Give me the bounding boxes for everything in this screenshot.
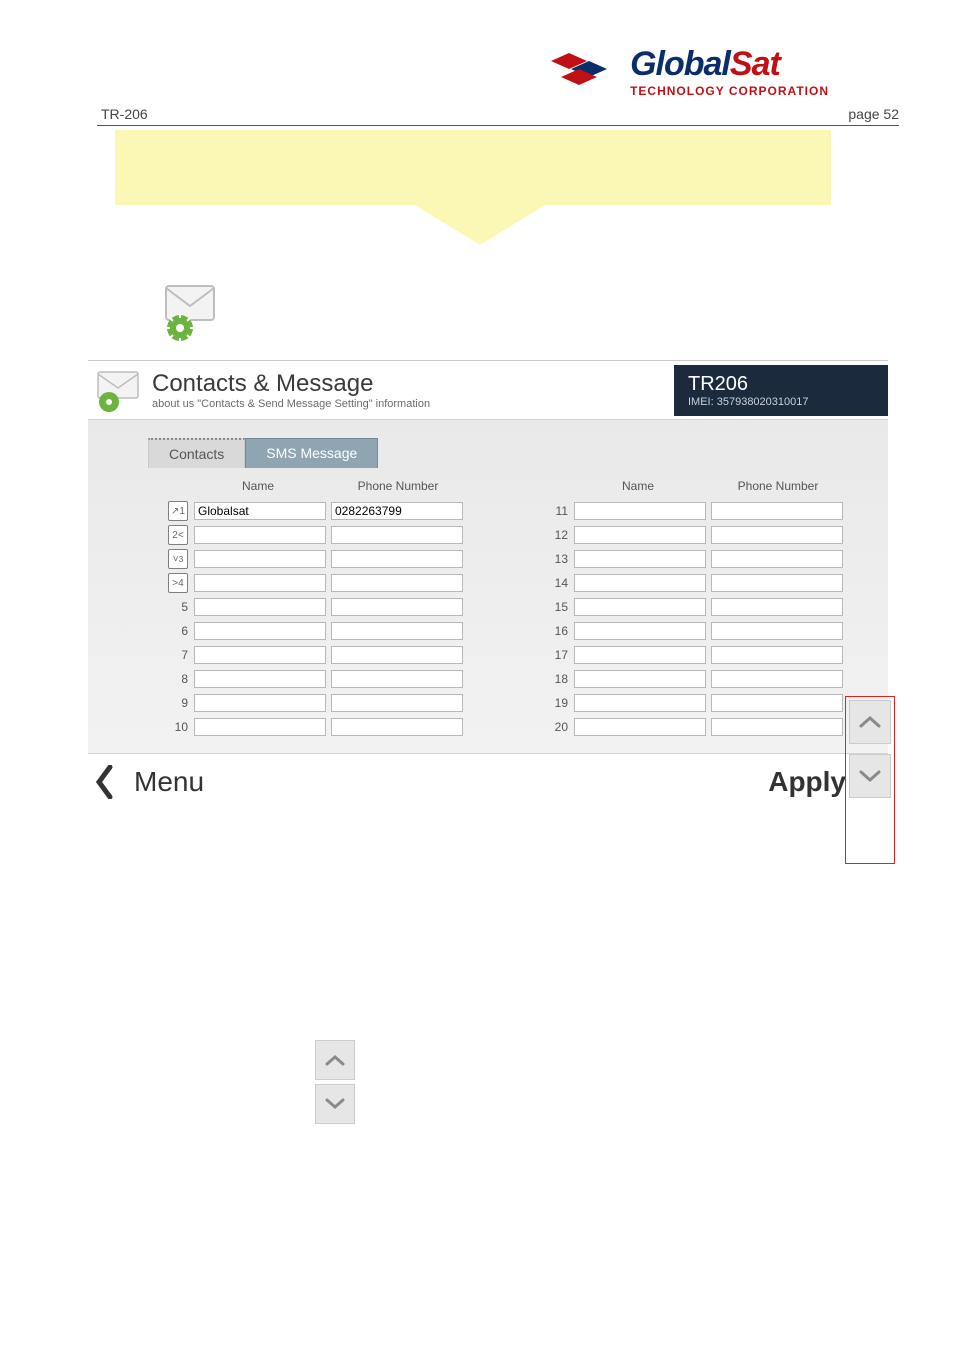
scroll-down-button[interactable] <box>315 1084 355 1124</box>
contacts-column-right: NamePhone Number 11 12 13 14 15 16 17 18… <box>528 473 848 739</box>
row-index: 8 <box>148 672 194 686</box>
logo-text: GlobalSat TECHNOLOGY CORPORATION <box>630 45 829 98</box>
row-index: 17 <box>528 648 574 662</box>
page-header: TR-206 GlobalSat TECHNOLOGY CORPORATION … <box>97 45 899 126</box>
contact-20-name[interactable] <box>574 718 706 736</box>
contact-13-phone[interactable] <box>711 550 843 568</box>
col-header-phone: Phone Number <box>328 479 468 493</box>
contact-19-phone[interactable] <box>711 694 843 712</box>
contact-9-name[interactable] <box>194 694 326 712</box>
col-header-phone: Phone Number <box>708 479 848 493</box>
row-index: 18 <box>528 672 574 686</box>
chevron-down-icon <box>859 769 881 783</box>
row-index: 13 <box>528 552 574 566</box>
row-index: 12 <box>528 528 574 542</box>
contact-20-phone[interactable] <box>711 718 843 736</box>
contact-17-name[interactable] <box>574 646 706 664</box>
logo-mark <box>549 51 619 100</box>
contact-18-phone[interactable] <box>711 670 843 688</box>
contact-8-phone[interactable] <box>331 670 463 688</box>
contact-7-name[interactable] <box>194 646 326 664</box>
contact-13-name[interactable] <box>574 550 706 568</box>
contacts-message-icon <box>160 280 220 355</box>
row-index: 15 <box>528 600 574 614</box>
contact-11-phone[interactable] <box>711 502 843 520</box>
contact-4-name[interactable] <box>194 574 326 592</box>
contact-2-name[interactable] <box>194 526 326 544</box>
row-index: 16 <box>528 624 574 638</box>
device-imei: IMEI: 357938020310017 <box>688 396 868 408</box>
contact-3-name[interactable] <box>194 550 326 568</box>
contact-5-name[interactable] <box>194 598 326 616</box>
model-id: TR-206 <box>101 106 148 122</box>
arrow-right-icon: >4 <box>168 573 188 593</box>
contact-1-phone[interactable] <box>331 502 463 520</box>
contact-8-name[interactable] <box>194 670 326 688</box>
row-index: 7 <box>148 648 194 662</box>
device-model: TR206 <box>688 373 868 396</box>
col-header-name: Name <box>568 479 708 493</box>
page-number: page 52 <box>848 106 899 122</box>
row-index: 10 <box>148 720 194 734</box>
contacts-column-left: NamePhone Number ↗1 2< ˅3 >4 5 6 7 8 9 1… <box>148 473 468 739</box>
back-icon[interactable] <box>94 765 116 799</box>
apply-button[interactable]: Apply <box>768 766 846 798</box>
contact-12-phone[interactable] <box>711 526 843 544</box>
row-index: 9 <box>148 696 194 710</box>
row-index: 11 <box>528 504 574 518</box>
scroll-down-button[interactable] <box>849 754 891 798</box>
page-title: Contacts & Message <box>152 370 430 398</box>
contact-1-name[interactable] <box>194 502 326 520</box>
row-index: 6 <box>148 624 194 638</box>
arrow-down-icon: ˅3 <box>168 549 188 569</box>
menu-button[interactable]: Menu <box>134 766 204 798</box>
contact-14-phone[interactable] <box>711 574 843 592</box>
contact-16-phone[interactable] <box>711 622 843 640</box>
device-info-panel: TR206 IMEI: 357938020310017 <box>674 365 888 416</box>
inline-scroll-arrows <box>315 1040 355 1128</box>
contact-7-phone[interactable] <box>331 646 463 664</box>
contact-4-phone[interactable] <box>331 574 463 592</box>
row-index: 14 <box>528 576 574 590</box>
arrow-up-icon: ↗1 <box>168 501 188 521</box>
scroll-arrows <box>849 700 891 808</box>
contact-19-name[interactable] <box>574 694 706 712</box>
page-subtitle: about us "Contacts & Send Message Settin… <box>152 398 430 410</box>
contact-16-name[interactable] <box>574 622 706 640</box>
scroll-up-button[interactable] <box>849 700 891 744</box>
col-header-name: Name <box>188 479 328 493</box>
contact-10-phone[interactable] <box>331 718 463 736</box>
contact-15-phone[interactable] <box>711 598 843 616</box>
contact-18-name[interactable] <box>574 670 706 688</box>
contact-9-phone[interactable] <box>331 694 463 712</box>
contacts-message-app: Contacts & Message about us "Contacts & … <box>88 360 888 810</box>
row-index: 5 <box>148 600 194 614</box>
contact-11-name[interactable] <box>574 502 706 520</box>
contact-3-phone[interactable] <box>331 550 463 568</box>
chevron-up-icon <box>859 715 881 729</box>
contact-17-phone[interactable] <box>711 646 843 664</box>
contact-12-name[interactable] <box>574 526 706 544</box>
chevron-up-icon <box>325 1054 345 1066</box>
contact-2-phone[interactable] <box>331 526 463 544</box>
scroll-up-button[interactable] <box>315 1040 355 1080</box>
chevron-down-icon <box>325 1098 345 1110</box>
contact-10-name[interactable] <box>194 718 326 736</box>
envelope-gear-icon <box>94 364 146 416</box>
contact-6-name[interactable] <box>194 622 326 640</box>
contact-5-phone[interactable] <box>331 598 463 616</box>
row-index: 19 <box>528 696 574 710</box>
tab-contacts[interactable]: Contacts <box>148 438 245 468</box>
contact-15-name[interactable] <box>574 598 706 616</box>
row-index: 20 <box>528 720 574 734</box>
contact-6-phone[interactable] <box>331 622 463 640</box>
tab-sms-message[interactable]: SMS Message <box>245 438 378 468</box>
contact-14-name[interactable] <box>574 574 706 592</box>
arrow-left-icon: 2< <box>168 525 188 545</box>
callout-tip <box>115 130 831 205</box>
